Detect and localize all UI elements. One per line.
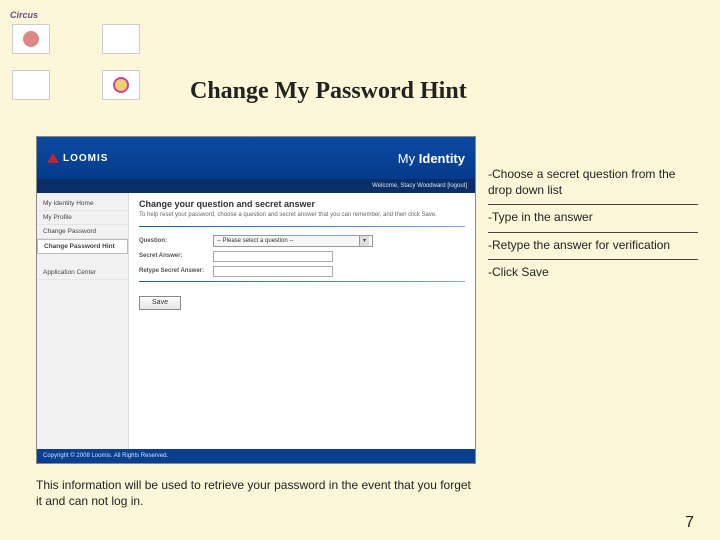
question-row: Question: -- Please select a question --… — [139, 235, 465, 247]
question-label: Question: — [139, 238, 207, 244]
welcome-text: Welcome, Stacy Woodward [logout] — [372, 183, 467, 189]
retype-answer-row: Retype Secret Answer: — [139, 266, 465, 277]
instruction-item: -Click Save — [488, 260, 698, 287]
slide-logo-cluster: Circus — [10, 10, 150, 110]
question-select-value: -- Please select a question -- — [217, 238, 293, 244]
page-title: Change My Password Hint — [190, 78, 467, 105]
instruction-list: -Choose a secret question from the drop … — [488, 162, 698, 287]
divider — [139, 281, 465, 282]
sidebar-item-change-password[interactable]: Change Password — [37, 225, 128, 239]
retype-answer-label: Retype Secret Answer: — [139, 268, 207, 274]
mini-thumb — [12, 70, 50, 100]
triangle-icon — [47, 153, 59, 163]
app-logo: LOOMIS — [47, 153, 108, 164]
retype-answer-input[interactable] — [213, 266, 333, 277]
sidebar-item-app-center[interactable]: Application Center — [37, 266, 128, 280]
app-header: LOOMIS My Identity — [37, 137, 475, 179]
sidebar: My Identity Home My Profile Change Passw… — [37, 193, 129, 449]
copyright-text: Copyright © 2008 Loomis. All Rights Rese… — [43, 453, 168, 459]
mini-thumb — [102, 24, 140, 54]
user-bar: Welcome, Stacy Woodward [logout] — [37, 179, 475, 193]
app-brand: My Identity — [398, 151, 465, 166]
app-screenshot: LOOMIS My Identity Welcome, Stacy Woodwa… — [36, 136, 476, 464]
question-select[interactable]: -- Please select a question -- ▾ — [213, 235, 373, 247]
mini-thumb — [12, 24, 50, 54]
instruction-item: -Retype the answer for verification — [488, 233, 698, 261]
secret-answer-label: Secret Answer: — [139, 253, 207, 259]
footnote-text: This information will be used to retriev… — [36, 478, 476, 509]
instruction-item: -Type in the answer — [488, 205, 698, 233]
mini-thumb — [102, 70, 140, 100]
sidebar-item-profile[interactable]: My Profile — [37, 211, 128, 225]
sidebar-item-change-hint[interactable]: Change Password Hint — [37, 239, 128, 254]
main-heading: Change your question and secret answer — [139, 199, 465, 209]
secret-answer-input[interactable] — [213, 251, 333, 262]
page-number: 7 — [685, 514, 694, 532]
main-description: To help reset your password, choose a qu… — [139, 212, 465, 220]
chevron-down-icon: ▾ — [359, 236, 369, 246]
app-footer: Copyright © 2008 Loomis. All Rights Rese… — [37, 449, 475, 463]
main-panel: Change your question and secret answer T… — [129, 193, 475, 449]
instruction-item: -Choose a secret question from the drop … — [488, 162, 698, 205]
save-button[interactable]: Save — [139, 296, 181, 310]
secret-answer-row: Secret Answer: — [139, 251, 465, 262]
logo-tag: Circus — [10, 10, 38, 20]
divider — [139, 226, 465, 227]
sidebar-item-home[interactable]: My Identity Home — [37, 197, 128, 211]
app-logo-text: LOOMIS — [63, 153, 108, 164]
